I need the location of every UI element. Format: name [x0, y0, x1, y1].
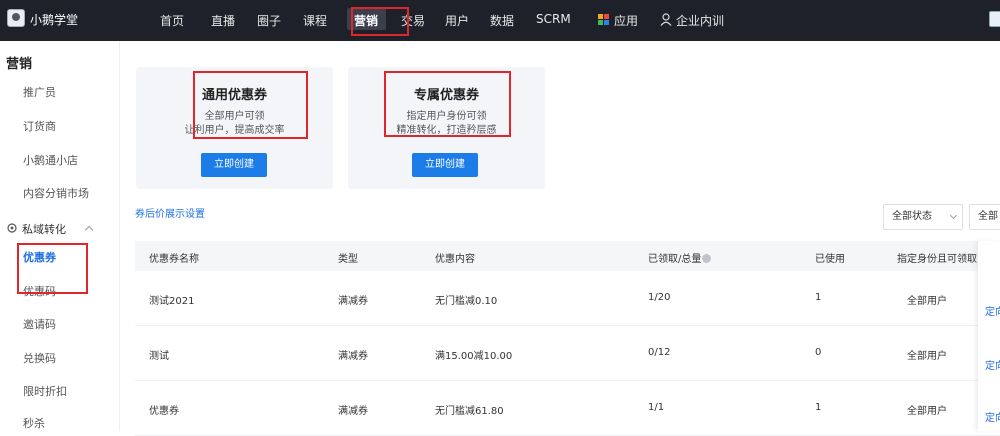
top-nav-bar: 小鹅学堂 首页 直播 圈子 课程 营销 交易 用户 数据 SCRM 应用 企业内… [0, 0, 1000, 41]
brand-logo-icon[interactable] [7, 9, 25, 27]
col-content: 优惠内容 [435, 254, 475, 265]
col-type: 类型 [338, 254, 358, 265]
nav-live[interactable]: 直播 [211, 12, 235, 29]
create-exclusive-coupon-button[interactable]: 立即创建 [412, 153, 478, 177]
nav-corporate-training[interactable]: 企业内训 [676, 12, 724, 29]
table-row: 优惠券 满减券 无门槛减61.80 1/1 1 全部用户 [135, 381, 1000, 436]
nav-users[interactable]: 用户 [445, 12, 469, 29]
sidebar-item-invite-code[interactable]: 邀请码 [23, 316, 56, 332]
highlight-box-general-card [193, 71, 308, 139]
nav-home[interactable]: 首页 [160, 12, 184, 29]
type-filter-select[interactable]: 全部 [969, 204, 1000, 230]
highlight-box-exclusive-card [384, 71, 511, 137]
sidebar-item-limited-discount[interactable]: 限时折扣 [23, 383, 67, 399]
nav-apps[interactable]: 应用 [614, 12, 638, 29]
sidebar-item-content-market[interactable]: 内容分销市场 [23, 185, 89, 201]
sidebar-item-promoter[interactable]: 推广员 [23, 84, 56, 100]
info-icon[interactable] [702, 254, 712, 263]
chevron-down-icon [949, 211, 958, 220]
table-header: 优惠券名称 类型 优惠内容 已领取/总量 已使用 指定身份且可领取 [135, 241, 1000, 271]
highlight-box-coupon [17, 243, 88, 294]
col-coupon-name: 优惠券名称 [149, 254, 199, 265]
nav-scrm[interactable]: SCRM [536, 12, 571, 26]
col-used: 已使用 [815, 254, 845, 265]
sidebar-title: 营销 [6, 57, 33, 72]
table-row: 测试2021 满减券 无门槛减0.10 1/20 1 全部用户 [135, 271, 1000, 326]
nav-course[interactable]: 课程 [303, 12, 327, 29]
user-avatar[interactable] [989, 11, 1000, 27]
settings-icon [7, 223, 17, 233]
person-icon [660, 13, 672, 26]
fixed-action-column [978, 241, 1000, 431]
sidebar-item-shop[interactable]: 小鹅通小店 [23, 152, 78, 168]
sidebar-group-private-conversion[interactable]: 私域转化 [22, 221, 66, 237]
chevron-up-icon[interactable] [84, 225, 94, 235]
sidebar-item-flash-sale[interactable]: 秒杀 [23, 415, 45, 431]
sidebar-item-redeem-code[interactable]: 兑换码 [23, 350, 56, 366]
apps-grid-icon [598, 14, 609, 25]
price-display-setting-link[interactable]: 券后价展示设置 [135, 205, 205, 220]
sidebar-item-distributor[interactable]: 订货商 [23, 118, 56, 134]
highlight-box-nav [351, 7, 409, 36]
table-row: 测试 满减券 满15.00减10.00 0/12 0 全部用户 [135, 326, 1000, 381]
create-general-coupon-button[interactable]: 立即创建 [201, 153, 267, 177]
nav-circle[interactable]: 圈子 [257, 12, 281, 29]
sidebar: 营销 推广员 订货商 小鹅通小店 内容分销市场 私域转化 优惠券 优惠码 邀请码… [0, 41, 120, 431]
brand-name[interactable]: 小鹅学堂 [30, 11, 78, 28]
status-filter-select[interactable]: 全部状态 [883, 204, 963, 230]
row-action-link[interactable]: 定向 [985, 303, 1000, 318]
nav-data[interactable]: 数据 [490, 12, 514, 29]
col-scope: 指定身份且可领取 [897, 254, 977, 265]
row-action-link[interactable]: 定向 [985, 357, 1000, 372]
col-claimed-total: 已领取/总量 [648, 250, 712, 265]
row-action-link[interactable]: 定向 [985, 409, 1000, 424]
